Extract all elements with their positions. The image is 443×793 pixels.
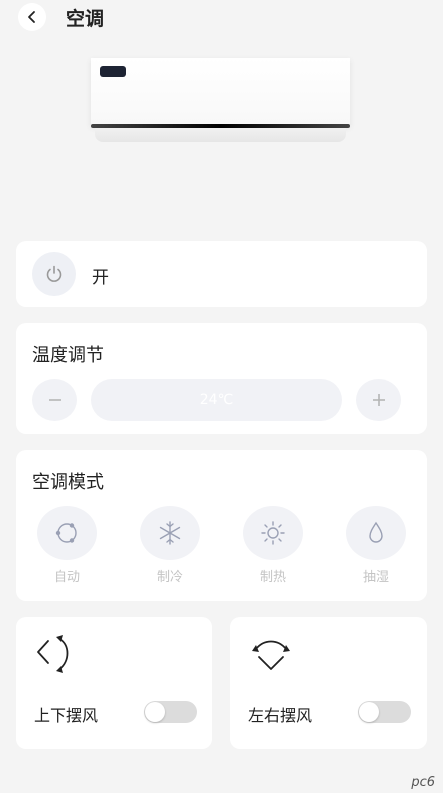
temperature-card: 温度调节 24℃ bbox=[16, 323, 427, 434]
minus-icon bbox=[48, 399, 61, 401]
mode-dry-label: 抽湿 bbox=[362, 570, 389, 585]
power-card: 开 bbox=[16, 241, 427, 307]
droplet-icon bbox=[346, 506, 406, 560]
vertical-swing-label: 上下摆风 bbox=[34, 706, 99, 725]
power-status-label: 开 bbox=[92, 268, 109, 288]
mode-heat-label: 制热 bbox=[259, 570, 286, 585]
vertical-swing-toggle[interactable] bbox=[144, 701, 197, 723]
horizontal-swing-toggle[interactable] bbox=[358, 701, 411, 723]
snowflake-icon bbox=[140, 506, 200, 560]
temperature-decrease-button[interactable] bbox=[32, 379, 77, 421]
mode-cool-label: 制冷 bbox=[156, 570, 183, 585]
mode-auto[interactable]: 自动 bbox=[37, 506, 97, 585]
plus-icon bbox=[372, 394, 385, 406]
header: 空调 bbox=[0, 0, 443, 36]
auto-icon bbox=[37, 506, 97, 560]
vertical-swing-icon bbox=[37, 635, 69, 673]
toggle-knob bbox=[145, 702, 165, 722]
mode-dry[interactable]: 抽湿 bbox=[346, 506, 406, 585]
temperature-title: 温度调节 bbox=[32, 345, 104, 366]
horizontal-swing-icon bbox=[252, 640, 290, 670]
mode-cool[interactable]: 制冷 bbox=[140, 506, 200, 585]
watermark-logo: pc6 bbox=[411, 775, 435, 790]
ac-display bbox=[100, 66, 126, 77]
power-icon bbox=[46, 265, 62, 282]
power-button[interactable] bbox=[32, 252, 76, 296]
temperature-increase-button[interactable] bbox=[356, 379, 401, 421]
chevron-left-icon bbox=[28, 11, 35, 23]
sun-icon bbox=[243, 506, 303, 560]
page-title: 空调 bbox=[66, 8, 105, 30]
horizontal-swing-card: 左右摆风 bbox=[230, 617, 427, 749]
mode-auto-label: 自动 bbox=[53, 570, 80, 585]
back-button[interactable] bbox=[18, 3, 46, 31]
mode-heat[interactable]: 制热 bbox=[243, 506, 303, 585]
vertical-swing-card: 上下摆风 bbox=[16, 617, 212, 749]
mode-card: 空调模式 自动 制冷 制热 抽湿 bbox=[16, 450, 427, 601]
temperature-value: 24℃ bbox=[91, 379, 342, 421]
mode-title: 空调模式 bbox=[32, 472, 104, 493]
horizontal-swing-label: 左右摆风 bbox=[248, 706, 313, 725]
toggle-knob bbox=[359, 702, 379, 722]
air-conditioner-image bbox=[91, 58, 350, 142]
